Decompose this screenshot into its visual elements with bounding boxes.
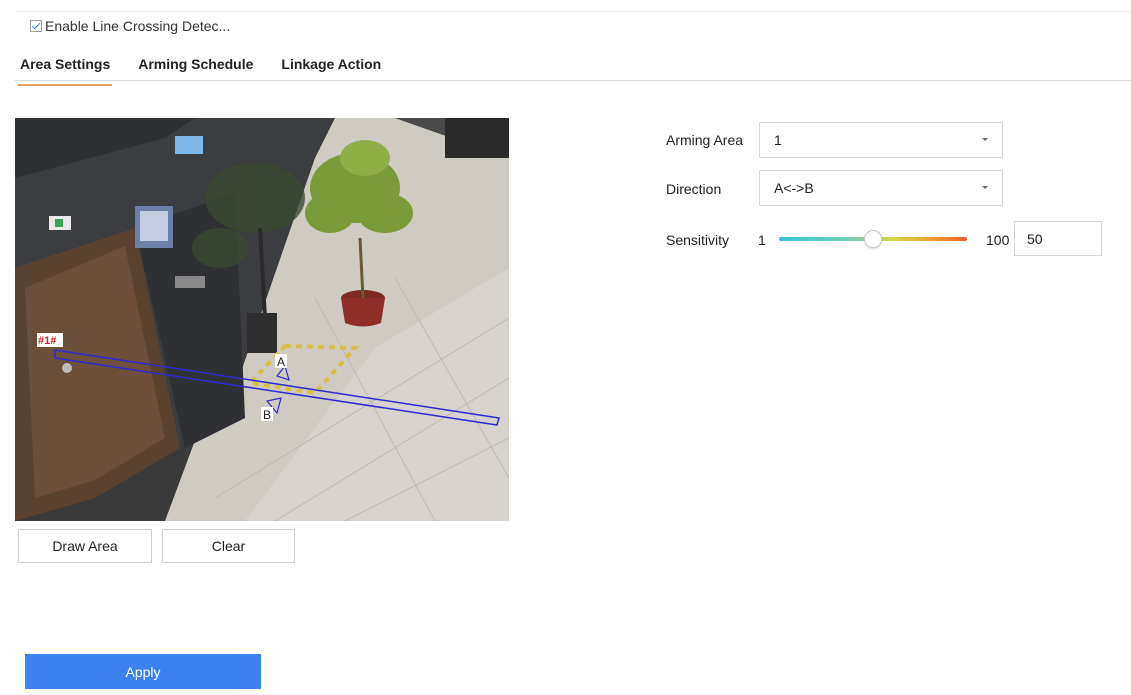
arming-area-value: 1 [774, 132, 782, 148]
top-divider [15, 11, 1131, 12]
arming-area-select[interactable]: 1 [759, 122, 1003, 158]
tab-bar: Area Settings Arming Schedule Linkage Ac… [17, 56, 409, 86]
wall-plate [175, 276, 205, 288]
direction-value: A<->B [774, 180, 814, 196]
door-handle [62, 363, 72, 373]
plant-pot [341, 298, 385, 327]
chevron-down-icon [982, 186, 988, 189]
ceiling-light [175, 136, 203, 154]
sensitivity-min: 1 [758, 232, 766, 248]
enable-label: Enable Line Crossing Detec... [45, 18, 231, 34]
direction-select[interactable]: A<->B [759, 170, 1003, 206]
enable-checkbox[interactable] [30, 20, 42, 32]
tabs-divider [15, 80, 1131, 81]
tab-linkage-action[interactable]: Linkage Action [281, 56, 381, 86]
clear-button[interactable]: Clear [162, 529, 295, 563]
sensitivity-max: 100 [986, 232, 1010, 248]
tab-arming-schedule[interactable]: Arming Schedule [138, 56, 253, 86]
chevron-down-icon [982, 138, 988, 141]
sensitivity-label: Sensitivity [666, 232, 730, 248]
camera-preview[interactable]: A B #1# [15, 118, 509, 521]
slider-handle[interactable] [864, 230, 882, 248]
label-b: B [263, 408, 271, 422]
enable-line-crossing-row[interactable]: Enable Line Crossing Detec... [30, 18, 230, 34]
exit-sign-green [55, 219, 63, 227]
draw-area-button[interactable]: Draw Area [18, 529, 152, 563]
label-a: A [277, 355, 285, 369]
apply-button[interactable]: Apply [25, 654, 261, 689]
far-doorway [445, 118, 509, 158]
sensitivity-slider[interactable] [779, 230, 967, 248]
line-tag: #1# [38, 335, 56, 347]
notice-paper [140, 211, 168, 241]
direction-label: Direction [666, 181, 722, 197]
arming-area-label: Arming Area [666, 132, 744, 148]
dark-pot [247, 313, 277, 353]
tab-area-settings[interactable]: Area Settings [17, 56, 113, 86]
sensitivity-input[interactable]: 50 [1014, 221, 1102, 256]
